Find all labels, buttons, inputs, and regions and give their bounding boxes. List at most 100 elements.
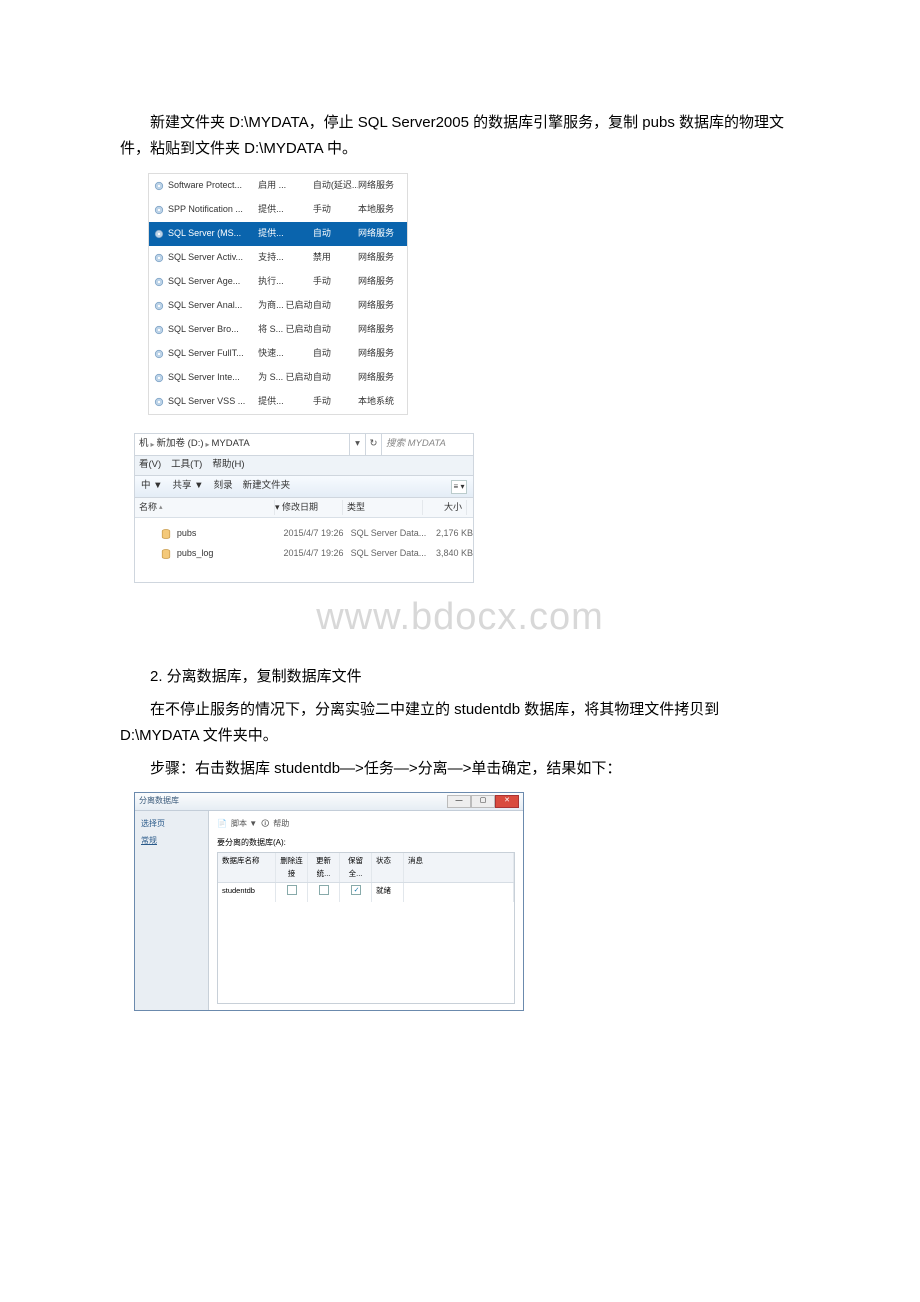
col-drop-conn[interactable]: 删除连接	[276, 853, 308, 883]
service-row[interactable]: SQL Server VSS ...提供...手动本地系统	[149, 390, 407, 414]
file-row[interactable]: pubs_log2015/4/7 19:26SQL Server Data...…	[135, 544, 473, 564]
gear-icon	[153, 372, 165, 384]
view-mode-button[interactable]: ≡ ▾	[451, 480, 467, 494]
service-row[interactable]: SQL Server FullT...快速...自动网络服务	[149, 342, 407, 366]
detach-database-dialog: 分离数据库 — ▢ ✕ 选择页 常规 📄 脚本 ▼ 🛈 帮助 要分离的数据库(A…	[134, 792, 524, 1012]
checkbox-drop-conn[interactable]	[287, 885, 297, 895]
service-name: SQL Server Anal...	[168, 298, 258, 313]
nav-select-page: 选择页	[139, 815, 204, 833]
path-seg-drive[interactable]: 新加卷 (D:)	[157, 436, 204, 452]
toolbar-share[interactable]: 共享 ▼	[173, 478, 204, 494]
detach-grid: 数据库名称 删除连接 更新统... 保留全... 状态 消息 studentdb…	[217, 852, 515, 1005]
toolbar-burn[interactable]: 刻录	[214, 478, 233, 494]
service-logon: 网络服务	[358, 370, 403, 385]
service-name: Software Protect...	[168, 178, 258, 193]
dialog-title: 分离数据库	[139, 794, 179, 808]
toolbar-library[interactable]: 中 ▼	[141, 478, 163, 494]
service-row[interactable]: SQL Server Bro...将 S...已启动自动网络服务	[149, 318, 407, 342]
service-row[interactable]: SQL Server Inte...为 S...已启动自动网络服务	[149, 366, 407, 390]
service-name: SQL Server Activ...	[168, 250, 258, 265]
services-list-screenshot: Software Protect...启用 ...自动(延迟...网络服务SPP…	[148, 173, 800, 415]
minimize-button[interactable]: —	[447, 795, 471, 808]
service-row[interactable]: SQL Server (MS...提供...自动网络服务	[149, 222, 407, 246]
service-status: 已启动	[286, 298, 313, 313]
maximize-button[interactable]: ▢	[471, 795, 495, 808]
menu-view[interactable]: 看(V)	[139, 457, 161, 473]
explorer-window: 机 ▸ 新加卷 (D:) ▸ MYDATA ▾ ↻ 搜索 MYDATA 看(V)…	[134, 433, 474, 583]
service-startup: 手动	[313, 274, 358, 289]
checkbox-update-stats[interactable]	[319, 885, 329, 895]
file-row[interactable]: pubs2015/4/7 19:26SQL Server Data...2,17…	[135, 524, 473, 544]
chevron-right-icon: ▸	[151, 438, 155, 452]
service-name: SPP Notification ...	[168, 202, 258, 217]
service-startup: 手动	[313, 394, 358, 409]
service-row[interactable]: Software Protect...启用 ...自动(延迟...网络服务	[149, 174, 407, 198]
close-button[interactable]: ✕	[495, 795, 519, 808]
database-file-icon	[159, 527, 173, 541]
col-keep-fulltext[interactable]: 保留全...	[340, 853, 372, 883]
gear-icon	[153, 396, 165, 408]
col-type[interactable]: 类型	[343, 500, 423, 515]
paragraph-4: 步骤：右击数据库 studentdb—>任务—>分离—>单击确定，结果如下：	[120, 756, 800, 782]
path-seg-folder[interactable]: MYDATA	[212, 436, 250, 452]
service-desc: 快速...	[258, 346, 285, 361]
help-button[interactable]: 帮助	[273, 817, 289, 831]
service-logon: 本地服务	[358, 202, 403, 217]
paragraph-1: 新建文件夹 D:\MYDATA，停止 SQL Server2005 的数据库引擎…	[120, 110, 800, 161]
database-file-icon	[159, 547, 173, 561]
service-status: 已启动	[286, 322, 313, 337]
toolbar-newfolder[interactable]: 新建文件夹	[243, 478, 291, 494]
file-list: pubs2015/4/7 19:26SQL Server Data...2,17…	[135, 518, 473, 582]
checkbox-keep-fulltext[interactable]	[351, 885, 361, 895]
col-size[interactable]: 大小	[423, 500, 467, 515]
file-type: SQL Server Data...	[351, 526, 430, 541]
service-row[interactable]: SPP Notification ...提供...手动本地服务	[149, 198, 407, 222]
cell-status: 就绪	[372, 883, 404, 902]
paragraph-2: 2. 分离数据库，复制数据库文件	[120, 664, 800, 690]
service-desc: 提供...	[258, 226, 285, 241]
menu-help[interactable]: 帮助(H)	[212, 457, 244, 473]
refresh-icon[interactable]: ↻	[365, 434, 381, 456]
file-size: 3,840 KB	[430, 546, 473, 561]
service-logon: 网络服务	[358, 178, 403, 193]
col-message[interactable]: 消息	[404, 853, 514, 883]
service-desc: 提供...	[258, 202, 285, 217]
paragraph-3: 在不停止服务的情况下，分离实验二中建立的 studentdb 数据库，将其物理文…	[120, 697, 800, 748]
gear-icon	[153, 180, 165, 192]
service-name: SQL Server VSS ...	[168, 394, 258, 409]
menu-tools[interactable]: 工具(T)	[171, 457, 202, 473]
gear-icon	[153, 228, 165, 240]
menu-bar: 看(V) 工具(T) 帮助(H)	[135, 456, 473, 476]
gear-icon	[153, 324, 165, 336]
service-desc: 支持...	[258, 250, 285, 265]
service-logon: 网络服务	[358, 274, 403, 289]
service-desc: 将 S...	[258, 322, 285, 337]
service-row[interactable]: SQL Server Anal...为商...已启动自动网络服务	[149, 294, 407, 318]
script-button[interactable]: 脚本 ▼	[231, 817, 257, 831]
path-seg-computer[interactable]: 机	[139, 436, 149, 452]
toolbar: 中 ▼ 共享 ▼ 刻录 新建文件夹 ≡ ▾	[135, 476, 473, 498]
file-size: 2,176 KB	[430, 526, 473, 541]
grid-row[interactable]: studentdb 就绪	[218, 883, 514, 902]
service-name: SQL Server (MS...	[168, 226, 258, 241]
service-logon: 本地系统	[358, 394, 403, 409]
service-name: SQL Server FullT...	[168, 346, 258, 361]
search-input[interactable]: 搜索 MYDATA	[381, 434, 473, 456]
dropdown-icon[interactable]: ▾	[349, 434, 365, 456]
address-bar[interactable]: 机 ▸ 新加卷 (D:) ▸ MYDATA ▾ ↻ 搜索 MYDATA	[135, 434, 473, 456]
service-name: SQL Server Age...	[168, 274, 258, 289]
service-startup: 禁用	[313, 250, 358, 265]
service-desc: 启用 ...	[258, 178, 285, 193]
col-status[interactable]: 状态	[372, 853, 404, 883]
service-row[interactable]: SQL Server Age...执行...手动网络服务	[149, 270, 407, 294]
service-startup: 自动	[313, 370, 358, 385]
service-row[interactable]: SQL Server Activ...支持...禁用网络服务	[149, 246, 407, 270]
gear-icon	[153, 276, 165, 288]
col-db-name[interactable]: 数据库名称	[218, 853, 276, 883]
col-name[interactable]: 名称▴	[135, 500, 275, 515]
service-startup: 自动	[313, 322, 358, 337]
nav-general[interactable]: 常规	[139, 832, 204, 850]
chevron-right-icon: ▸	[206, 438, 210, 452]
col-update-stats[interactable]: 更新统...	[308, 853, 340, 883]
col-date[interactable]: ▾ 修改日期	[275, 500, 343, 515]
